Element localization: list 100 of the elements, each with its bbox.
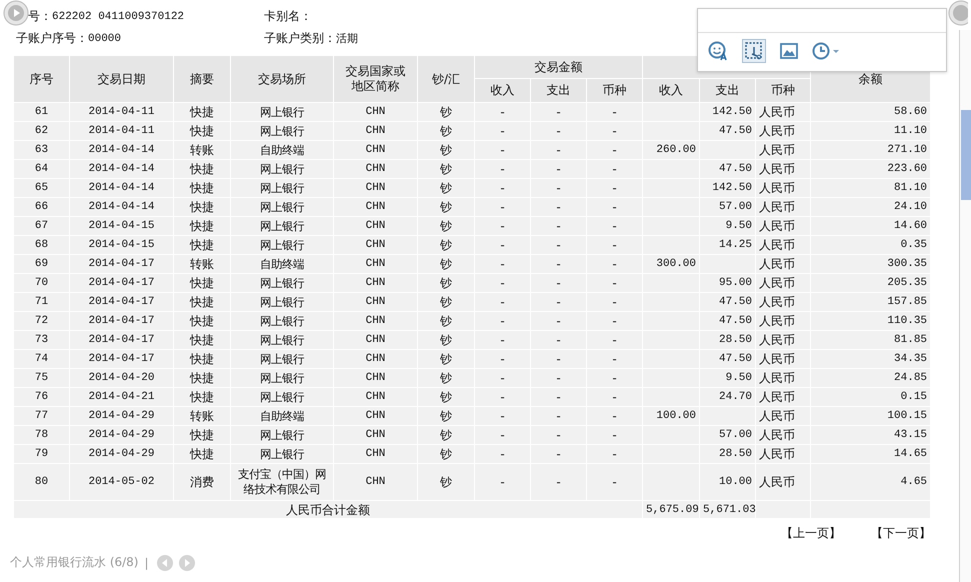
pager-link[interactable]: 【下一页】 (871, 525, 931, 542)
separator: | (144, 556, 149, 570)
table-cell: 钞 (440, 181, 452, 195)
table-cell: - (500, 475, 505, 489)
table-cell: - (556, 162, 561, 176)
table-cell: 快捷 (190, 276, 214, 290)
table-cell: 47.50 (719, 163, 752, 175)
table-cell: CHN (366, 258, 386, 270)
table-cell: 快捷 (190, 162, 214, 176)
table-cell: 钞 (440, 238, 452, 252)
table-cell: 快捷 (190, 352, 214, 366)
table-cell: 2014-04-20 (88, 372, 154, 384)
table-cell-text: 网上银行 (259, 352, 306, 366)
table-cell: 快捷 (190, 181, 214, 195)
screenshot-icon[interactable] (742, 39, 766, 63)
table-cell: 钞 (440, 428, 452, 442)
table-cell: 11.10 (894, 125, 928, 137)
table-cell-text: 支付宝（中国）网络技术有限公司 (237, 467, 327, 497)
table-cell-text: 网上银行 (259, 200, 306, 214)
scrollbar-thumb[interactable] (961, 110, 971, 200)
pager-link[interactable]: 【上一页】 (781, 525, 841, 542)
table-cell-text: 网上银行 (259, 446, 306, 462)
table-cell: 24.10 (894, 201, 928, 213)
table-cell-text: 网上银行 (259, 314, 306, 328)
table-cell: 142.50 (712, 106, 752, 118)
table-cell: CHN (366, 315, 386, 327)
table-cell: - (612, 390, 617, 404)
table-cell: - (556, 428, 561, 442)
table-cell: 142.50 (712, 182, 752, 194)
column-header: 交易国家或地区简称 (344, 64, 406, 94)
table-cell: 24.85 (894, 372, 928, 384)
table-cell: CHN (366, 334, 386, 346)
table-cell: 78 (34, 429, 48, 441)
table-cell: - (500, 295, 505, 309)
table-cell: 快捷 (190, 105, 214, 119)
table-cell: - (612, 475, 617, 489)
table-cell: 14.60 (894, 220, 928, 232)
table-cell: 人民币 (759, 124, 796, 138)
field-value: 00000 (88, 32, 122, 44)
table-cell: - (612, 333, 617, 347)
table-cell: 2014-04-14 (88, 201, 154, 213)
table-cell: - (556, 390, 561, 404)
table-cell: 100.15 (887, 410, 928, 422)
table-cell: 2014-04-11 (88, 106, 154, 118)
table-cell-text: 网上银行 (259, 162, 306, 176)
table-cell: 74 (34, 353, 48, 365)
table-cell: 80 (34, 476, 48, 488)
column-header: 收入 (474, 78, 530, 102)
table-cell: CHN (366, 106, 386, 118)
table-cell: 5,671.03 (703, 504, 756, 516)
table-cell: 2014-04-17 (88, 258, 154, 270)
table-cell: 钞 (440, 314, 452, 328)
table-cell: 9.50 (726, 220, 752, 232)
scrollbar[interactable] (959, 30, 971, 582)
table-cell: - (556, 200, 561, 214)
table-cell: - (556, 295, 561, 309)
table-cell: 快捷 (190, 428, 214, 442)
table-cell: 人民币 (759, 105, 796, 119)
table-cell: 0.35 (900, 239, 928, 251)
table-cell: 58.60 (894, 106, 928, 118)
table-cell: 钞 (440, 162, 452, 176)
table-cell: CHN (366, 182, 386, 194)
table-cell: 2014-04-17 (88, 334, 154, 346)
table-cell: - (500, 219, 505, 233)
clock-icon[interactable] (812, 41, 842, 61)
table-cell: 2014-04-15 (88, 220, 154, 232)
table-cell: 钞 (440, 475, 452, 489)
table-cell: 人民币 (759, 219, 796, 233)
table-cell: - (556, 333, 561, 347)
table-cell: 47.50 (719, 353, 752, 365)
table-cell: 钞 (440, 371, 452, 385)
table-cell: 62 (34, 125, 48, 137)
table-cell: 钞 (440, 390, 452, 404)
table-cell: 人民币 (759, 181, 796, 195)
field-value: 622202 0411009370122 (52, 10, 184, 22)
table-cell: 28.50 (719, 334, 752, 346)
table-cell: 47.50 (719, 296, 752, 308)
field-label: 号： (28, 8, 52, 25)
next-icon[interactable] (178, 554, 195, 570)
table-cell: 人民币 (759, 238, 796, 252)
field-value: 活期 (336, 32, 358, 46)
table-cell: 钞 (440, 333, 452, 347)
table-cell: 2014-04-29 (88, 410, 154, 422)
table-cell: - (612, 352, 617, 366)
table-cell: 271.10 (887, 144, 928, 156)
table-cell: 人民币 (759, 143, 796, 157)
table-cell: CHN (366, 410, 386, 422)
table-cell: - (612, 143, 617, 157)
table-cell: - (612, 295, 617, 309)
table-cell: - (500, 238, 505, 252)
previous-icon[interactable] (156, 554, 173, 570)
table-cell: 快捷 (190, 333, 214, 347)
table-cell: 260.00 (656, 144, 696, 156)
emoji-icon[interactable] (708, 41, 728, 61)
table-cell: 63 (34, 144, 48, 156)
image-icon[interactable] (780, 43, 798, 59)
column-header: 交易金额 (474, 56, 643, 78)
table-cell: 转账 (190, 143, 214, 157)
table-cell: 钞 (440, 124, 452, 138)
table-cell: - (612, 371, 617, 385)
